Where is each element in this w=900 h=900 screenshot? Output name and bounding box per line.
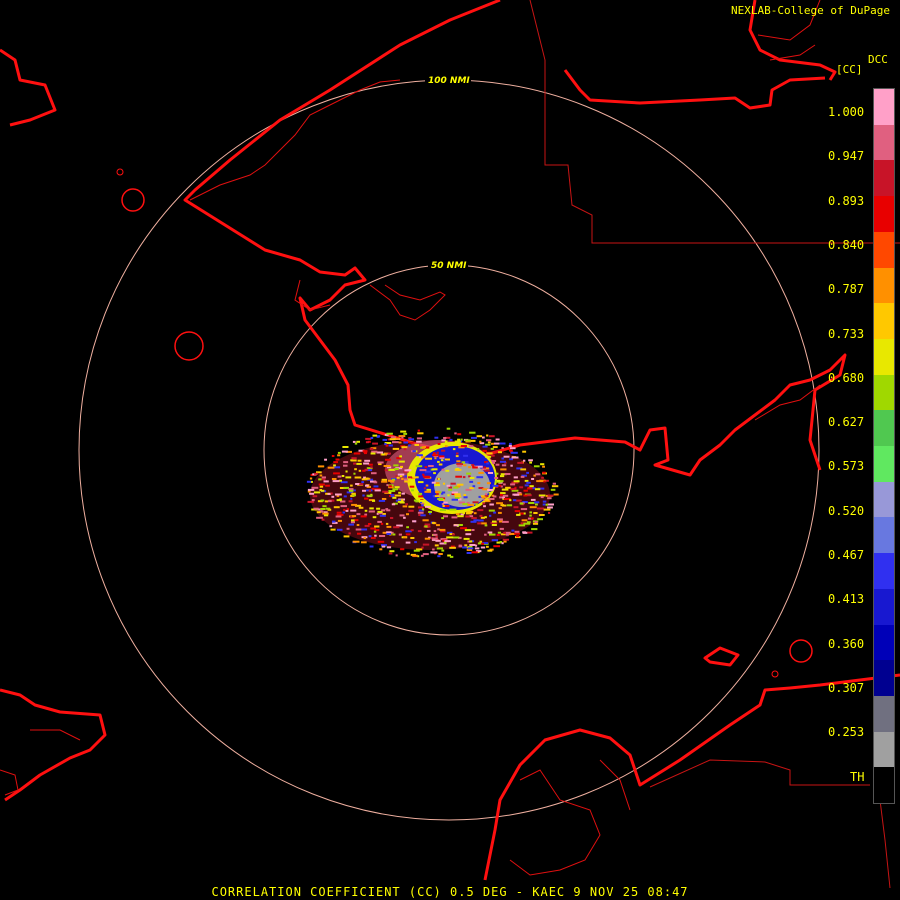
product-label: DCC [868, 53, 888, 66]
legend-color-swatch [874, 660, 894, 697]
legend-color-swatch [874, 303, 894, 340]
island [174, 331, 204, 361]
legend-color-swatch [874, 481, 894, 518]
legend-tick-label: TH [850, 769, 865, 784]
legend-tick-label: 0.947 [828, 149, 865, 164]
radar-echoes [306, 427, 559, 558]
color-legend-bar [873, 88, 895, 804]
ring-label-50: 50 NMI [431, 261, 467, 271]
legend-tick-label: 0.360 [828, 636, 865, 651]
legend-color-swatch [874, 410, 894, 447]
legend-tick-label: 0.787 [828, 282, 865, 297]
legend-color-swatch [874, 231, 894, 268]
legend-color-swatch [874, 517, 894, 554]
boundary-lines [529, 0, 900, 889]
legend-tick-label: 0.413 [828, 592, 865, 607]
product-title: CORRELATION COEFFICIENT (CC) 0.5 DEG - K… [211, 885, 689, 899]
legend-color-swatch [874, 160, 894, 197]
legend-color-swatch [874, 338, 894, 375]
legend-tick-label: 0.733 [828, 326, 865, 341]
legend-color-swatch [874, 446, 894, 482]
legend-color-swatch [874, 588, 894, 625]
legend-color-swatch [874, 624, 894, 661]
island [789, 639, 813, 663]
radar-map[interactable]: 100 NMI 50 NMI [0, 0, 900, 900]
island [121, 188, 145, 212]
legend-tick-label: 0.627 [828, 415, 865, 430]
legend-tick-label: 0.840 [828, 237, 865, 252]
legend-tick-label: 0.573 [828, 459, 865, 474]
legend-tick-label: 0.680 [828, 370, 865, 385]
credit-label: NEXLAB-College of DuPage [731, 4, 890, 17]
legend-color-swatch [874, 196, 894, 233]
legend-color-swatch [874, 553, 894, 590]
island [771, 670, 779, 678]
legend-color-swatch [874, 695, 894, 732]
unit-label: [CC] [836, 63, 863, 76]
legend-color-swatch [874, 89, 894, 125]
legend-tick-label: 0.467 [828, 548, 865, 562]
ring-label-100: 100 NMI [428, 76, 470, 86]
island [116, 168, 124, 176]
legend-tick-label: 0.520 [828, 503, 865, 518]
legend-color-swatch [874, 267, 894, 304]
legend-color-swatch [874, 124, 894, 161]
legend-tick-label: 0.307 [828, 680, 865, 695]
legend-tick-label: 1.000 [828, 105, 865, 119]
legend-color-swatch [874, 374, 894, 411]
legend-color-swatch [874, 731, 894, 768]
legend-tick-label: 0.253 [828, 725, 865, 740]
legend-tick-label: 0.893 [828, 193, 865, 208]
